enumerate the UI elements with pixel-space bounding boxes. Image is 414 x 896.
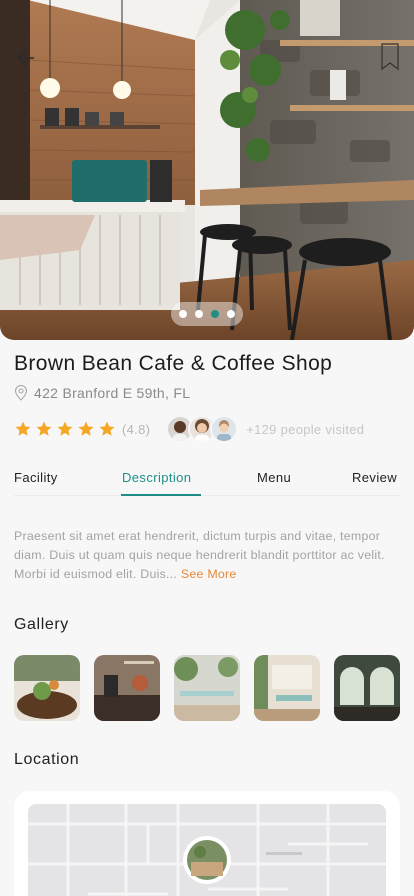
tab-menu[interactable]: Menu (257, 470, 291, 496)
bookmark-button[interactable] (378, 42, 402, 72)
carousel-dot-1[interactable] (179, 310, 187, 318)
rating-row: (4.8) +129 people visited (14, 414, 364, 444)
cafe-address: 422 Branford E 59th, FL (14, 385, 190, 401)
location-title: Location (14, 751, 80, 768)
map-view[interactable] (28, 804, 386, 896)
gallery-title: Gallery (14, 616, 69, 633)
gallery-photo[interactable] (254, 655, 320, 721)
gallery-photo[interactable] (94, 655, 160, 721)
gallery-photo[interactable] (174, 655, 240, 721)
tab-bar: Facility Description Menu Review (14, 470, 400, 496)
visited-count: +129 people visited (246, 421, 365, 437)
see-more-link[interactable]: See More (181, 567, 237, 581)
gallery-photo[interactable] (14, 655, 80, 721)
active-tab-indicator (121, 494, 201, 496)
location-map-card[interactable] (14, 791, 400, 896)
tab-description[interactable]: Description (122, 470, 191, 496)
visitor-avatars[interactable] (166, 415, 239, 443)
cafe-name: Brown Bean Cafe & Coffee Shop (14, 352, 333, 375)
location-pin-icon (14, 385, 28, 401)
carousel-dot-3[interactable] (211, 310, 219, 318)
carousel-dot-2[interactable] (195, 310, 203, 318)
gallery-strip (14, 655, 414, 721)
gallery-photo[interactable] (334, 655, 400, 721)
carousel-pagination (171, 302, 243, 326)
back-button[interactable] (10, 44, 38, 72)
avatar (210, 415, 239, 443)
star-icon (57, 421, 73, 436)
description-text: Praesent sit amet erat hendrerit, dictum… (14, 527, 398, 584)
star-icon (15, 421, 31, 436)
star-icon (78, 421, 94, 436)
back-arrow-icon (16, 49, 34, 67)
star-icon (99, 421, 115, 436)
rating-value: (4.8) (122, 421, 151, 437)
tab-review[interactable]: Review (352, 470, 397, 496)
hero-image-carousel[interactable] (0, 0, 414, 340)
address-text: 422 Branford E 59th, FL (34, 385, 191, 401)
rating-stars (14, 420, 116, 438)
cafe-interior-photo (0, 0, 414, 340)
carousel-dot-4[interactable] (227, 310, 235, 318)
bookmark-icon (381, 43, 399, 71)
star-icon (36, 421, 52, 436)
tab-facility[interactable]: Facility (14, 470, 58, 496)
